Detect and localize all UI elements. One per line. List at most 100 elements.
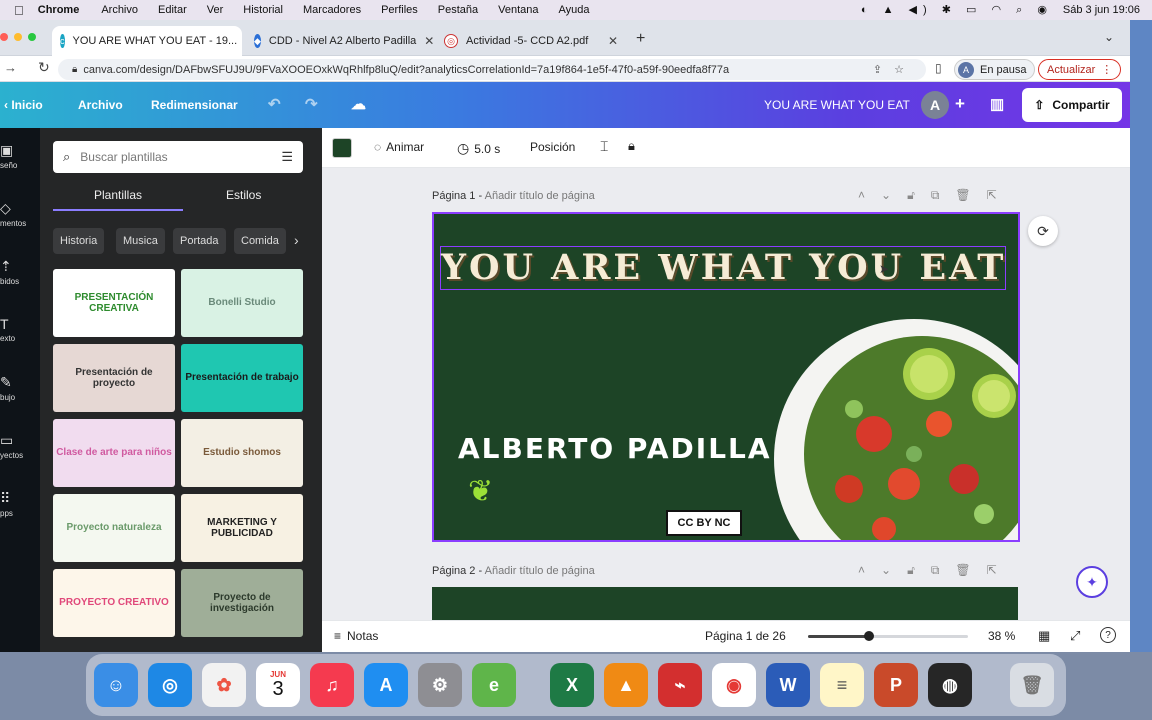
page-counter[interactable]: Página 1 de 26 bbox=[705, 629, 786, 643]
rail-draw[interactable]: ✎ bujo bbox=[0, 374, 40, 402]
user-avatar[interactable]: A bbox=[921, 91, 949, 119]
window-close-button[interactable] bbox=[0, 33, 8, 41]
update-button[interactable]: Actualizar ⋮ bbox=[1038, 59, 1122, 80]
word-icon[interactable]: W bbox=[766, 663, 810, 707]
template-thumbnail[interactable]: Proyecto naturaleza bbox=[53, 494, 175, 562]
url-field[interactable]: 🔒︎ canva.com/design/DAFbwSFUJ9U/9FVaXOOE… bbox=[58, 59, 926, 80]
notes-button[interactable]: ≡ Notas bbox=[334, 629, 378, 643]
template-thumbnail[interactable]: Proyecto de investigación bbox=[181, 569, 303, 637]
window-zoom-button[interactable] bbox=[28, 33, 36, 41]
insights-chart-icon[interactable]: ▥ bbox=[990, 95, 1004, 113]
menu-item[interactable]: Editar bbox=[158, 4, 187, 16]
zoom-slider-knob[interactable] bbox=[863, 631, 874, 641]
page1-add-title[interactable]: Añadir título de página bbox=[485, 190, 595, 202]
menu-item[interactable]: Perfiles bbox=[381, 4, 418, 16]
cloud-saved-icon[interactable]: ☁ bbox=[351, 95, 366, 113]
template-thumbnail[interactable]: Presentación de trabajo bbox=[181, 344, 303, 412]
chrome-icon[interactable]: ◉ bbox=[712, 663, 756, 707]
rotate-refresh-icon[interactable]: ⟳ bbox=[1028, 216, 1058, 246]
close-icon[interactable]: ✕ bbox=[416, 34, 434, 48]
sidepanel-icon[interactable]: ▯ bbox=[935, 61, 942, 75]
chevron-right-icon[interactable]: › bbox=[294, 232, 299, 248]
redo-icon[interactable]: ↷ bbox=[305, 95, 318, 113]
slide-page-1[interactable]: YOU ARE WHAT YOU EAT ALBERTO PADILLA ❦ C… bbox=[432, 212, 1020, 542]
menu-item[interactable]: Pestaña bbox=[438, 4, 478, 16]
template-thumbnail[interactable]: Bonelli Studio bbox=[181, 269, 303, 337]
new-tab-icon[interactable]: + bbox=[636, 30, 645, 48]
tab-list-chevron-icon[interactable]: ⌄ bbox=[1104, 30, 1114, 44]
apple-icon[interactable]:  bbox=[14, 3, 24, 18]
file-menu-button[interactable]: Archivo bbox=[78, 98, 123, 112]
menu-item[interactable]: Historial bbox=[243, 4, 283, 16]
exelearning-icon[interactable]: e bbox=[472, 663, 516, 707]
chip-category[interactable]: Portada bbox=[173, 228, 226, 254]
template-thumbnail[interactable]: Clase de arte para niños bbox=[53, 419, 175, 487]
close-icon[interactable]: ✕ bbox=[237, 34, 242, 48]
share-button[interactable]: ⇧ Compartir bbox=[1022, 88, 1122, 122]
template-thumbnail[interactable]: MARKETING Y PUBLICIDAD bbox=[181, 494, 303, 562]
template-thumbnail[interactable]: Estudio shomos bbox=[181, 419, 303, 487]
undo-icon[interactable]: ↶ bbox=[268, 95, 281, 113]
vlc-icon[interactable]: ▲ bbox=[604, 663, 648, 707]
author-name[interactable]: ALBERTO PADILLA bbox=[458, 432, 772, 465]
reload-icon[interactable]: ↻ bbox=[38, 59, 50, 76]
status-icons[interactable]: ◐ ▲ ◀) ✱ ▭ ◠ ⌕ ◉ bbox=[861, 3, 1053, 17]
profile-paused-button[interactable]: A En pausa bbox=[954, 59, 1036, 80]
back-icon[interactable]: → bbox=[4, 60, 17, 75]
rail-uploads[interactable]: ⇡ bidos bbox=[0, 258, 40, 286]
zoom-percent[interactable]: 38 % bbox=[988, 629, 1015, 643]
excel-icon[interactable]: X bbox=[550, 663, 594, 707]
calendar-icon[interactable]: JUN 3 bbox=[256, 663, 300, 707]
grid-view-icon[interactable]: ▦ bbox=[1038, 628, 1050, 644]
menubar-clock[interactable]: Sáb 3 jun 19:06 bbox=[1063, 4, 1140, 16]
menu-item[interactable]: Ayuda bbox=[559, 4, 590, 16]
magic-assistant-icon[interactable]: ✦ bbox=[1076, 566, 1108, 598]
tab-templates[interactable]: Plantillas bbox=[94, 188, 142, 202]
rail-projects[interactable]: ▭ yectos bbox=[0, 432, 40, 460]
help-icon[interactable]: ? bbox=[1100, 627, 1116, 643]
add-collaborator-icon[interactable]: + bbox=[955, 94, 965, 114]
salad-image[interactable] bbox=[754, 314, 1020, 542]
safari-icon[interactable]: ◎ bbox=[148, 663, 192, 707]
animate-button[interactable]: ◌ Animar bbox=[374, 140, 424, 154]
photos-icon[interactable]: ✿ bbox=[202, 663, 246, 707]
filter-icon[interactable]: ☰ bbox=[281, 149, 293, 165]
page2-add-title[interactable]: Añadir título de página bbox=[485, 565, 595, 577]
slide-page-2[interactable] bbox=[432, 587, 1018, 620]
acrobat-icon[interactable]: ⌁ bbox=[658, 663, 702, 707]
menu-item[interactable]: Ventana bbox=[498, 4, 538, 16]
zoom-slider[interactable] bbox=[808, 631, 968, 641]
tab-canva[interactable]: c YOU ARE WHAT YOU EAT - 19... ✕ bbox=[52, 26, 242, 56]
home-button[interactable]: ‹ Inicio bbox=[4, 98, 43, 112]
chip-category[interactable]: Comida bbox=[234, 228, 286, 254]
rail-text[interactable]: Texto bbox=[0, 316, 40, 343]
background-color-swatch[interactable] bbox=[332, 138, 352, 158]
menu-item[interactable]: Marcadores bbox=[303, 4, 361, 16]
duration-button[interactable]: ◷ 5.0 s bbox=[457, 140, 500, 157]
finder-icon[interactable]: ☺ bbox=[94, 663, 138, 707]
paint-roller-icon[interactable]: ⌶ bbox=[600, 138, 608, 155]
template-thumbnail[interactable]: PROYECTO CREATIVO bbox=[53, 569, 175, 637]
template-thumbnail[interactable]: Presentación de proyecto bbox=[53, 344, 175, 412]
tab-pdf[interactable]: ◎ Actividad -5- CCD A2.pdf ✕ bbox=[436, 26, 626, 56]
notes-app-icon[interactable]: ≡ bbox=[820, 663, 864, 707]
close-icon[interactable]: ✕ bbox=[600, 34, 618, 48]
slide-title[interactable]: YOU ARE WHAT YOU EAT bbox=[440, 246, 1006, 290]
template-thumbnail[interactable]: PRESENTACIÓN CREATIVA bbox=[53, 269, 175, 337]
trash-icon[interactable]: 🗑︎ bbox=[1010, 663, 1054, 707]
menu-item[interactable]: Archivo bbox=[101, 4, 138, 16]
system-settings-icon[interactable]: ⚙ bbox=[418, 663, 462, 707]
cc-license-badge[interactable]: CC BY NC bbox=[666, 510, 742, 536]
document-title[interactable]: YOU ARE WHAT YOU EAT bbox=[764, 98, 910, 112]
rail-design[interactable]: ▣ seño bbox=[0, 142, 40, 170]
tab-cdd[interactable]: ◆ CDD - Nivel A2 Alberto Padilla ✕ bbox=[246, 26, 436, 56]
tab-styles[interactable]: Estilos bbox=[226, 188, 261, 202]
page2-actions-icons[interactable]: ˄⌄🔓︎⧉🗑︎⇱ bbox=[858, 563, 1013, 578]
template-search-input[interactable]: ⌕ Buscar plantillas ☰ bbox=[53, 141, 303, 173]
chip-category[interactable]: Historia bbox=[53, 228, 105, 254]
chip-category[interactable]: Musica bbox=[116, 228, 165, 254]
leaf-icon[interactable]: ❦ bbox=[468, 474, 493, 509]
page1-actions-icons[interactable]: ˄⌄🔓︎⧉🗑︎⇱ bbox=[858, 188, 1013, 203]
music-icon[interactable]: ♫ bbox=[310, 663, 354, 707]
fullscreen-icon[interactable]: ⤢ bbox=[1070, 628, 1080, 644]
